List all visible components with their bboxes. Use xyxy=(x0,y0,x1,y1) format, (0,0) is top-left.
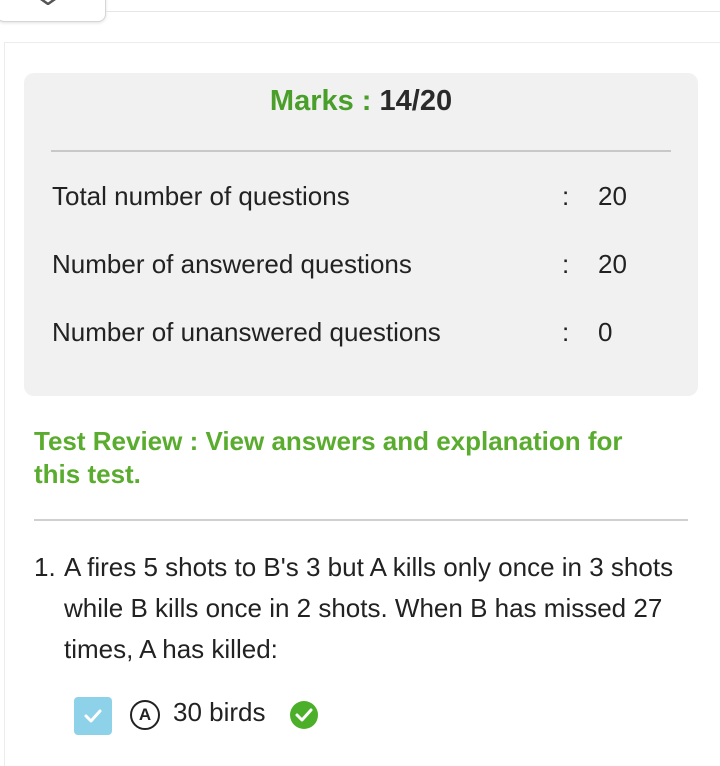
marks-label: Marks : xyxy=(269,85,372,117)
chevron-up-icon xyxy=(40,0,56,5)
stat-label: Total number of questions xyxy=(52,181,350,211)
collapse-tab[interactable] xyxy=(0,0,106,22)
correct-check-icon xyxy=(290,701,318,729)
option-letter: A xyxy=(130,700,160,730)
stat-value: 20 xyxy=(598,249,627,279)
stat-label: Number of unanswered questions xyxy=(52,317,441,347)
question-text: A fires 5 shots to B's 3 but A kills onl… xyxy=(64,552,674,664)
stat-value: 0 xyxy=(598,317,613,347)
summary-divider xyxy=(51,150,671,152)
answer-option-a[interactable]: A 30 birds xyxy=(74,695,474,735)
score-summary: Marks : 14/20 Total number of questions … xyxy=(24,73,698,396)
stat-label: Number of answered questions xyxy=(52,249,412,279)
option-text: 30 birds xyxy=(173,697,266,727)
checkmark-icon xyxy=(84,709,102,723)
marks-heading: Marks : 14/20 xyxy=(24,85,698,118)
stat-colon: : xyxy=(562,181,570,211)
marks-value: 14/20 xyxy=(379,85,453,117)
option-checkbox[interactable] xyxy=(74,697,112,735)
question-number: 1. xyxy=(34,552,56,582)
review-divider xyxy=(34,519,688,521)
result-card: Marks : 14/20 Total number of questions … xyxy=(4,42,720,766)
stat-row-unanswered: Number of unanswered questions : 0 xyxy=(52,317,672,357)
stat-colon: : xyxy=(562,249,570,279)
top-divider xyxy=(106,11,720,12)
test-review-link[interactable]: Test Review : View answers and explanati… xyxy=(34,425,674,491)
stat-colon: : xyxy=(562,317,570,347)
stat-row-answered: Number of answered questions : 20 xyxy=(52,249,672,289)
stat-value: 20 xyxy=(598,181,627,211)
top-strip xyxy=(0,0,720,40)
stat-row-total: Total number of questions : 20 xyxy=(52,181,672,221)
